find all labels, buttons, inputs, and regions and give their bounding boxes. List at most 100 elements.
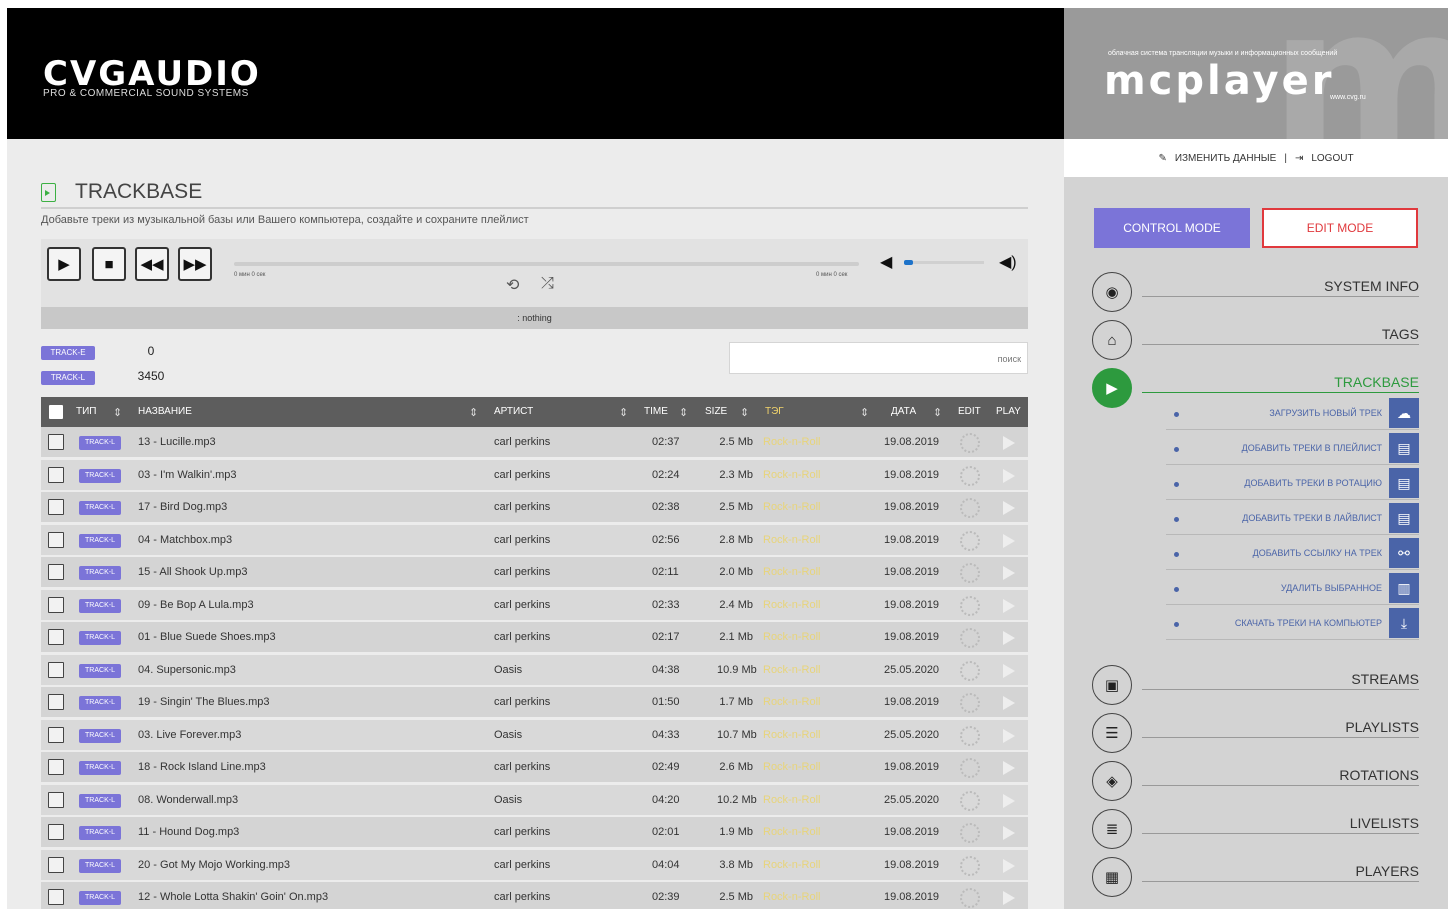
table-row[interactable]: TRACK-L 03 - I'm Walkin'.mp3 carl perkins 0… [41,459,1028,492]
nav-label[interactable]: PLAYLISTS [1345,719,1419,735]
control-mode-button[interactable]: CONTROL MODE [1094,208,1250,248]
gear-icon[interactable] [960,888,980,908]
trackbase-action[interactable]: ДОБАВИТЬ ССЫЛКУ НА ТРЕК ⚯ [1166,538,1419,570]
file-icon[interactable]: ▶ [1092,368,1132,408]
table-row[interactable]: TRACK-L 01 - Blue Suede Shoes.mp3 carl per… [41,622,1028,654]
gear-icon[interactable] [960,693,980,713]
row-checkbox[interactable] [48,791,64,808]
volume-high-icon[interactable]: ◀) [999,252,1017,272]
gear-icon[interactable] [960,498,980,518]
table-row[interactable]: TRACK-L 17 - Bird Dog.mp3 carl perkins 02:3… [41,492,1028,524]
col-name[interactable]: НАЗВАНИЕ [138,406,192,417]
sort-icon[interactable]: ⇕ [679,406,688,419]
download-icon[interactable]: ⤓ [1389,608,1419,638]
stop-button[interactable]: ■ [92,247,126,281]
gear-icon[interactable] [960,530,980,551]
action-label[interactable]: ДОБАВИТЬ ТРЕКИ В ПЛЕЙЛИСТ [1242,443,1382,453]
play-icon[interactable] [1003,631,1015,645]
trackbase-action[interactable]: ДОБАВИТЬ ТРЕКИ В РОТАЦИЮ ▤ [1166,468,1419,500]
gear-icon[interactable] [960,628,980,648]
action-label[interactable]: УДАЛИТЬ ВЫБРАННОЕ [1281,583,1382,593]
edit-mode-button[interactable]: EDIT MODE [1262,208,1418,248]
play-icon[interactable] [1003,826,1015,840]
tag-icon[interactable]: ⌂ [1092,320,1132,360]
col-size[interactable]: SIZE [705,406,727,417]
gear-icon[interactable] [960,758,980,778]
gear-icon[interactable] [960,660,980,681]
play-icon[interactable] [1003,891,1015,905]
trash-icon[interactable]: ▥ [1389,573,1419,603]
player-icon[interactable]: ▦ [1092,857,1132,897]
row-checkbox[interactable] [48,466,64,483]
sort-icon[interactable]: ⇕ [113,406,122,419]
row-checkbox[interactable] [48,856,64,873]
next-button[interactable]: ▶▶ [178,247,212,281]
play-icon[interactable] [1003,761,1015,775]
gear-icon[interactable] [960,790,980,811]
play-icon[interactable] [1003,728,1015,743]
nav-players[interactable]: ▦ PLAYERS [1092,857,1419,897]
list-icon[interactable]: ☰ [1092,713,1132,753]
gear-icon[interactable] [960,563,980,583]
gear-icon[interactable] [960,595,980,616]
gear-icon[interactable] [960,465,980,486]
row-checkbox[interactable] [48,596,64,613]
logout-icon[interactable]: ⇥ [1295,153,1303,164]
table-row[interactable]: TRACK-L 04. Supersonic.mp3 Oasis 04:38 10.9 … [41,654,1028,687]
trackbase-action[interactable]: ЗАГРУЗИТЬ НОВЫЙ ТРЕК ☁ [1166,398,1419,430]
row-checkbox[interactable] [48,499,64,515]
pencil-icon[interactable]: ✎ [1158,153,1166,164]
play-icon[interactable] [1003,598,1015,613]
row-checkbox[interactable] [48,629,64,645]
eye-icon[interactable]: ◉ [1092,272,1132,312]
play-icon[interactable] [1003,696,1015,710]
edit-profile-link[interactable]: ИЗМЕНИТЬ ДАННЫЕ [1175,153,1277,164]
link-icon[interactable]: ⚯ [1389,538,1419,568]
cloud-upload-icon[interactable]: ☁ [1389,398,1419,428]
volume-low-icon[interactable]: ◀ [880,252,892,272]
table-row[interactable]: TRACK-L 09 - Be Bop A Lula.mp3 carl perkin… [41,589,1028,622]
table-row[interactable]: TRACK-L 19 - Singin' The Blues.mp3 carl pe… [41,687,1028,719]
livelist-icon[interactable]: ≣ [1092,809,1132,849]
col-tag[interactable]: ТЭГ [765,406,784,417]
play-icon[interactable] [1003,793,1015,808]
play-icon[interactable] [1003,566,1015,580]
nav-tags[interactable]: ⌂ TAGS [1092,320,1419,360]
nav-label[interactable]: LIVELISTS [1350,815,1419,831]
nav-playlists[interactable]: ☰ PLAYLISTS [1092,713,1419,753]
nav-label[interactable]: SYSTEM INFO [1324,278,1419,294]
col-type[interactable]: ТИП [76,406,96,417]
gear-icon[interactable] [960,433,980,453]
sort-icon[interactable]: ⇕ [469,406,478,419]
trackbase-action[interactable]: ДОБАВИТЬ ТРЕКИ В ПЛЕЙЛИСТ ▤ [1166,433,1419,465]
play-icon[interactable] [1003,663,1015,678]
table-row[interactable]: TRACK-L 12 - Whole Lotta Shakin' Goin' On… [41,882,1028,909]
row-checkbox[interactable] [48,694,64,710]
progress-bar[interactable] [234,262,859,266]
col-time[interactable]: TIME [644,406,668,417]
volume-slider[interactable] [904,260,984,265]
row-checkbox[interactable] [48,564,64,580]
sort-icon[interactable]: ⇕ [933,406,942,419]
table-row[interactable]: TRACK-L 03. Live Forever.mp3 Oasis 04:33 10.… [41,719,1028,752]
row-checkbox[interactable] [48,726,64,743]
play-icon[interactable] [1003,436,1015,450]
select-all-checkbox[interactable] [49,405,63,419]
logout-link[interactable]: LOGOUT [1311,153,1353,164]
row-checkbox[interactable] [48,434,64,450]
gear-icon[interactable] [960,855,980,876]
play-icon[interactable] [1003,858,1015,873]
shuffle-icon[interactable]: ⤮ [541,275,554,293]
gear-icon[interactable] [960,823,980,843]
sort-icon[interactable]: ⇕ [740,406,749,419]
nav-label[interactable]: PLAYERS [1355,863,1419,879]
nav-label[interactable]: STREAMS [1351,671,1419,687]
nav-label[interactable]: ROTATIONS [1339,767,1419,783]
row-checkbox[interactable] [48,889,64,905]
col-artist[interactable]: АРТИСТ [494,406,533,417]
sort-icon[interactable]: ⇕ [860,406,869,419]
trackbase-action[interactable]: СКАЧАТЬ ТРЕКИ НА КОМПЬЮТЕР ⤓ [1166,608,1419,640]
file-add-icon[interactable]: ▤ [1389,468,1419,498]
play-icon[interactable] [1003,501,1015,515]
col-date[interactable]: ДАТА [891,406,916,417]
